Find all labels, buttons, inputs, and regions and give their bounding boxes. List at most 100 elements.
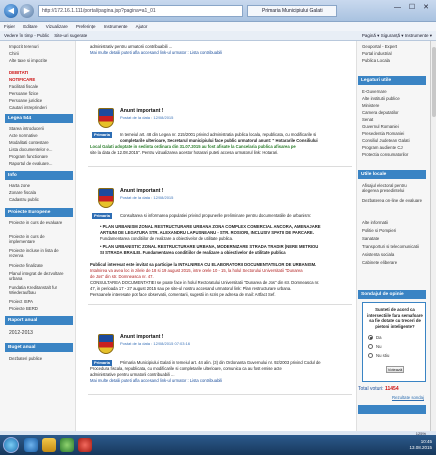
sidebar-link[interactable]: Alte informatii bbox=[362, 220, 388, 225]
news-text: SI STRADA BRAILEI. Fundamentarea conditi… bbox=[100, 250, 286, 255]
sidebar-link[interactable]: Planul integrat de dezvoltare urbana bbox=[9, 271, 71, 281]
address-bar[interactable]: http://172.16.1.111/portal/pagina.jsp?pa… bbox=[38, 5, 243, 17]
sidebar-link[interactable]: Protectia consumatorilor bbox=[362, 152, 408, 157]
sidebar-link[interactable]: Proiecte in curs de implementare bbox=[9, 234, 71, 244]
news-title[interactable]: Anunt important ! bbox=[120, 188, 164, 194]
system-tray[interactable]: 10:45 13.08.2015 bbox=[409, 439, 432, 451]
sidebar-link[interactable]: Senat bbox=[362, 117, 373, 122]
window-controls[interactable]: — ☐ ✕ bbox=[394, 3, 432, 11]
sidebar-link-alert[interactable]: DEBITATI bbox=[9, 70, 28, 75]
sidebar-link[interactable]: Ministere bbox=[362, 103, 379, 108]
sidebar-link[interactable]: 2012-2013 bbox=[9, 330, 33, 336]
news-link[interactable]: Mai multe detalii puteti afla accesand l… bbox=[90, 378, 350, 383]
divider bbox=[88, 394, 352, 395]
sidebar-link[interactable]: Program functionare bbox=[9, 154, 48, 159]
sidebar-link[interactable]: Transporturi si telecomunicatii bbox=[362, 244, 419, 249]
sidebar-link[interactable]: Proiect ISPA bbox=[9, 299, 33, 304]
sidebar-link[interactable]: Facilitati fiscale bbox=[9, 84, 38, 89]
suggested-sites[interactable]: Site-uri sugerate bbox=[54, 33, 87, 38]
sidebar-link[interactable]: Asistenta sociala bbox=[362, 252, 394, 257]
ie-icon[interactable] bbox=[24, 438, 38, 452]
news-link[interactable]: Mai multe detalii puteti afla accesand l… bbox=[90, 50, 350, 55]
sidebar-link[interactable]: E-Guvernare bbox=[362, 89, 387, 94]
menu-view[interactable]: Vizualizare bbox=[46, 24, 68, 29]
media-icon[interactable] bbox=[60, 438, 74, 452]
poll-radio-no[interactable] bbox=[368, 344, 373, 349]
back-icon[interactable]: ◀ bbox=[4, 4, 18, 18]
menu-edit[interactable]: Editare bbox=[23, 24, 37, 29]
news-title[interactable]: Anunt important ! bbox=[120, 108, 164, 114]
vertical-scrollbar[interactable] bbox=[430, 41, 436, 431]
sidebar-link[interactable]: Impozit terenuri bbox=[9, 44, 39, 49]
sidebar-link[interactable]: Portal industrial bbox=[362, 51, 392, 56]
news-text: • PLAN URBANISM ZONAL RESTRUCTURARE URBA… bbox=[100, 224, 321, 229]
vote-button[interactable]: Votează bbox=[386, 366, 404, 373]
sidebar-link[interactable]: Alte institutii publice bbox=[362, 96, 400, 101]
news-text: administrativ pentru urmatorii contribua… bbox=[90, 44, 173, 49]
sidebar-link[interactable]: Starea introducerii bbox=[9, 126, 44, 131]
sidebar-link[interactable]: Dezbateri publice bbox=[9, 356, 42, 361]
favorites-bar: Vedere în timp - Public Site-uri sugerat… bbox=[0, 31, 436, 41]
sidebar-link[interactable]: Cautari intreprinderi bbox=[9, 105, 47, 110]
menu-tools[interactable]: Instrumente bbox=[104, 24, 128, 29]
app-icon[interactable] bbox=[78, 438, 92, 452]
sidebar-link[interactable]: Afisajul electoral pentru alegerea prese… bbox=[362, 183, 424, 193]
taskbar: 10:45 13.08.2015 bbox=[0, 435, 436, 455]
sidebar-header bbox=[358, 405, 426, 414]
sidebar-link[interactable]: Persoane fizice bbox=[9, 91, 38, 96]
sidebar-link[interactable]: Geoportal - Expert bbox=[362, 44, 397, 49]
forward-icon[interactable]: ▶ bbox=[20, 4, 34, 18]
menu-bar: Fișier Editare Vizualizare Preferințe In… bbox=[0, 22, 436, 31]
sidebar-link[interactable]: Lista documentelor e... bbox=[9, 147, 52, 152]
news-text: CONSULTAREA DOCUMENTATIEI se poate face … bbox=[90, 280, 320, 285]
sidebar-link[interactable]: Persoane juridice bbox=[9, 98, 42, 103]
command-bar[interactable]: Pagină ▾ Siguranță ▾ Instrumente ▾ bbox=[362, 31, 432, 41]
scrollbar-thumb[interactable] bbox=[432, 47, 436, 117]
sidebar-link[interactable]: Raportul de evaluare... bbox=[9, 161, 52, 166]
news-text: completarile ulterioare, Secretarul muni… bbox=[120, 138, 318, 143]
sidebar-link[interactable]: Publica Locala bbox=[362, 58, 390, 63]
sidebar-link[interactable]: Cadastru public bbox=[9, 197, 39, 202]
sidebar-link[interactable]: Chirii bbox=[9, 51, 19, 56]
browser-titlebar: ◀ ▶ http://172.16.1.111/portal/pagina.js… bbox=[0, 0, 436, 22]
sidebar-link[interactable]: Guvernul Romaniei bbox=[362, 124, 399, 129]
sidebar-link[interactable]: Dezbaterea on-line de evaluare bbox=[362, 198, 424, 203]
sidebar-link[interactable]: Alte taxe si impozite bbox=[9, 58, 47, 63]
menu-favorites[interactable]: Preferințe bbox=[76, 24, 96, 29]
sidebar-link[interactable]: Camera deputatilor bbox=[362, 110, 399, 115]
news-text: Consultarea si informarea populatiei pri… bbox=[120, 213, 312, 218]
sidebar-link[interactable]: Modalitati contestare bbox=[9, 140, 49, 145]
poll-radio-dontknow[interactable] bbox=[368, 353, 373, 358]
sidebar-link[interactable]: Harta zone bbox=[9, 183, 30, 188]
sidebar-link[interactable]: Sanatate bbox=[362, 236, 379, 241]
sidebar-link[interactable]: Presedentia Romaniei bbox=[362, 131, 404, 136]
sidebar-link[interactable]: Cabinete eliberare bbox=[362, 260, 397, 265]
divider bbox=[88, 166, 352, 167]
sidebar-link[interactable]: Politie si Pompieri bbox=[362, 228, 396, 233]
folder-icon[interactable] bbox=[42, 438, 56, 452]
menu-help[interactable]: Ajutor bbox=[136, 24, 148, 29]
sidebar-link-alert[interactable]: NOTIFICARE bbox=[9, 77, 35, 82]
news-title[interactable]: Anunt important ! bbox=[120, 334, 164, 340]
total-votes-label: Total voturi: bbox=[358, 386, 384, 392]
category-badge[interactable]: Primaria bbox=[92, 213, 113, 219]
poll-radio-yes[interactable] bbox=[368, 335, 373, 340]
news-date: Postat de la data : 12/08/2015 bbox=[120, 195, 174, 200]
sidebar-link[interactable]: Fundatia Kreditanstalt fur Wiederaufbau bbox=[9, 285, 71, 295]
poll-option-label: Nu stiu bbox=[376, 353, 390, 358]
category-badge[interactable]: Primaria bbox=[92, 132, 113, 138]
sidebar-link[interactable]: Acte normative bbox=[9, 133, 38, 138]
sidebar-link[interactable]: Proiecte BERD bbox=[9, 306, 38, 311]
sidebar-link[interactable]: Proiecte incluse in lista de rezerva bbox=[9, 248, 71, 258]
sidebar-link[interactable]: Zonare fiscala bbox=[9, 190, 36, 195]
galati-crest-icon bbox=[98, 334, 114, 354]
sidebar-link[interactable]: Consiliul Judetean Galati bbox=[362, 138, 410, 143]
favorite-item[interactable]: Vedere în timp - Public bbox=[4, 33, 49, 38]
sidebar-link[interactable]: Proiecte finalizate bbox=[9, 263, 43, 268]
poll-results-link[interactable]: Rezultate sondaj bbox=[392, 395, 424, 400]
menu-file[interactable]: Fișier bbox=[4, 24, 15, 29]
sidebar-link[interactable]: Program audiente CJ bbox=[362, 145, 403, 150]
sidebar-link[interactable]: Proiecte in curs de evaluare bbox=[9, 220, 71, 225]
start-button-icon[interactable] bbox=[3, 437, 19, 453]
browser-tab[interactable]: Primaria Municipiului Galati bbox=[247, 5, 337, 17]
